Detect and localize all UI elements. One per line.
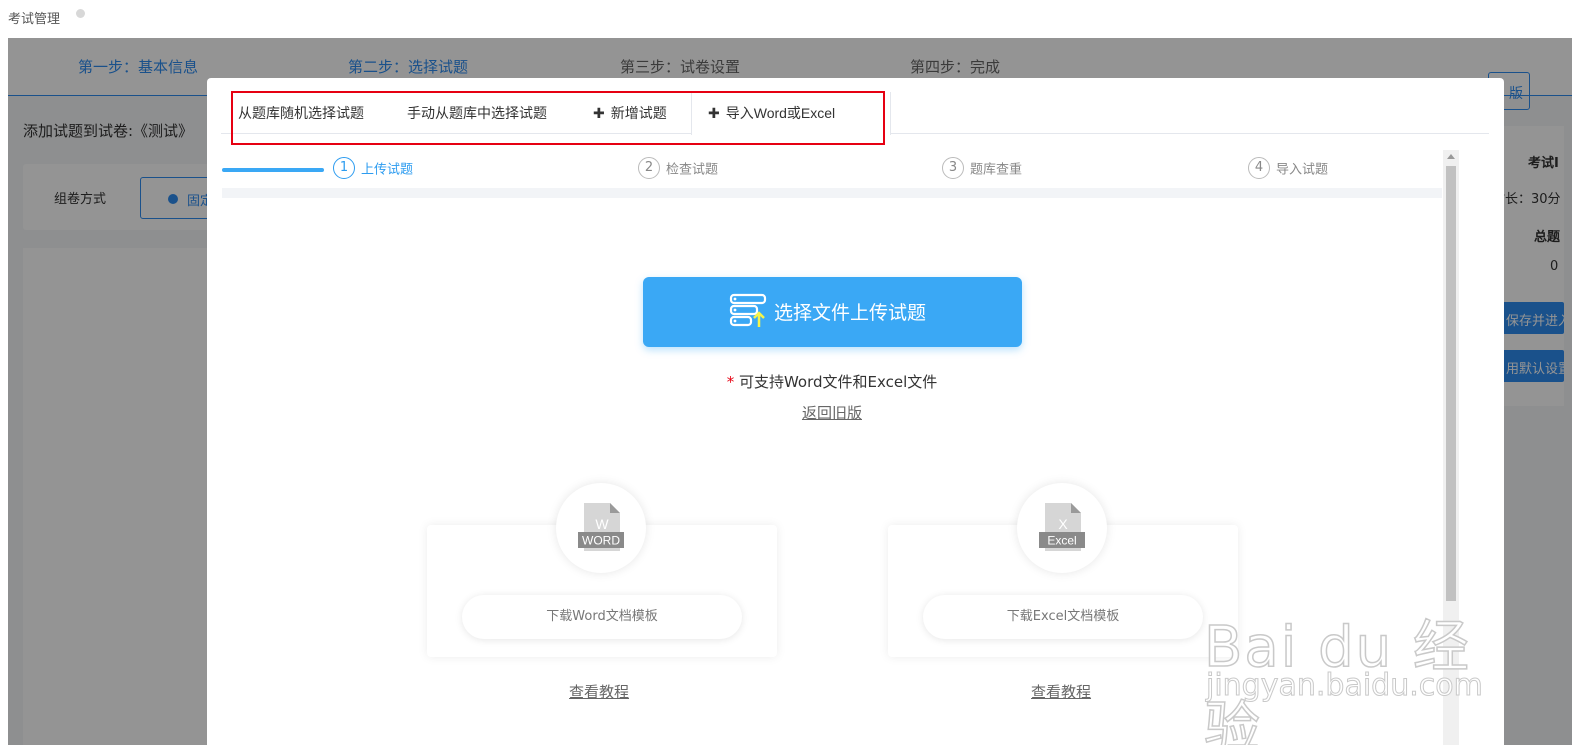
- step-number: 1: [333, 157, 355, 179]
- upload-file-icon: [729, 293, 767, 327]
- step-label: 上传试题: [361, 162, 414, 178]
- back-old-version: 返回旧版: [207, 402, 1457, 423]
- word-tutorial-link[interactable]: 查看教程: [569, 681, 629, 702]
- modal-scrollbar[interactable]: [1443, 150, 1459, 745]
- wizard-step-dedupe: 3 题库查重: [942, 157, 1022, 179]
- step-label: 检查试题: [666, 162, 719, 178]
- required-star: *: [726, 373, 735, 391]
- word-doc-icon: W WORD: [578, 503, 624, 551]
- excel-doc-icon: X Excel: [1039, 503, 1085, 551]
- back-old-version-link[interactable]: 返回旧版: [802, 404, 862, 422]
- download-excel-template-button[interactable]: 下载Excel文档模板: [923, 595, 1203, 639]
- excel-tutorial-link[interactable]: 查看教程: [1031, 681, 1091, 702]
- scroll-up-icon[interactable]: [1447, 154, 1455, 159]
- svg-text:X: X: [1058, 516, 1068, 532]
- wizard-step-upload: 1 上传试题: [333, 157, 413, 179]
- upload-file-button[interactable]: 选择文件上传试题: [643, 277, 1022, 347]
- step-label: 导入试题: [1276, 162, 1329, 178]
- top-bar: 考试管理: [0, 0, 1572, 38]
- app-title: 考试管理: [8, 12, 61, 27]
- step-number: 2: [638, 157, 660, 179]
- step-number: 3: [942, 157, 964, 179]
- import-questions-modal: 从题库随机选择试题 手动从题库中选择试题 ✚ 新增试题 ✚ 导入Word或Excel…: [207, 78, 1504, 745]
- upload-file-label: 选择文件上传试题: [774, 302, 927, 324]
- wizard-progress-line: [222, 168, 324, 172]
- excel-icon-circle: X Excel: [1017, 483, 1107, 573]
- download-word-template-button[interactable]: 下载Word文档模板: [462, 595, 742, 639]
- support-text: 可支持Word文件和Excel文件: [738, 373, 938, 391]
- wizard-track: [222, 188, 1442, 198]
- annotation-highlight-box: [231, 91, 885, 145]
- step-number: 4: [1248, 157, 1270, 179]
- svg-text:W: W: [595, 516, 609, 532]
- svg-text:Excel: Excel: [1047, 534, 1076, 548]
- step-label: 题库查重: [970, 162, 1023, 178]
- wizard-step-import: 4 导入试题: [1248, 157, 1328, 179]
- status-dot-icon: [76, 9, 85, 18]
- support-note: * 可支持Word文件和Excel文件: [207, 371, 1457, 392]
- import-wizard-steps: 1 上传试题 2 检查试题 3 题库查重 4 导入试题: [222, 152, 1442, 200]
- word-icon-circle: W WORD: [556, 483, 646, 573]
- wizard-step-check: 2 检查试题: [638, 157, 718, 179]
- svg-text:WORD: WORD: [582, 534, 620, 548]
